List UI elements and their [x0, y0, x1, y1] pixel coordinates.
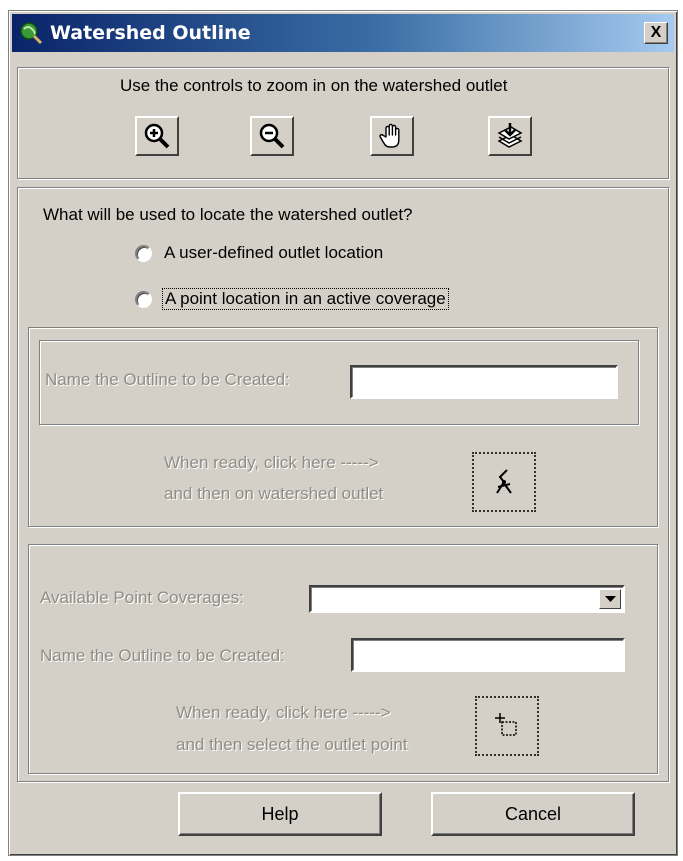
pick-outlet-button[interactable] — [472, 452, 536, 512]
user-defined-name-input[interactable] — [350, 365, 618, 399]
select-point-button[interactable] — [475, 696, 539, 756]
zoom-in-icon — [144, 123, 170, 149]
full-extent-icon — [497, 123, 523, 148]
coverage-name-label: Name the Outline to be Created: — [40, 646, 285, 665]
title-bar[interactable]: Watershed Outline X — [12, 14, 674, 52]
cancel-button[interactable]: Cancel — [431, 792, 635, 836]
globe-magnifier-icon — [20, 22, 43, 45]
close-icon: X — [650, 24, 662, 41]
window-title: Watershed Outline — [50, 22, 251, 44]
coverage-name-input[interactable] — [351, 638, 625, 672]
user-defined-ready-line1: When ready, click here -----> — [164, 453, 379, 472]
chevron-down-icon — [604, 595, 616, 602]
zoom-instruction: Use the controls to zoom in on the water… — [120, 76, 508, 95]
zoom-panel: Use the controls to zoom in on the water… — [17, 67, 669, 179]
zoom-out-icon — [259, 123, 285, 149]
help-button[interactable]: Help — [178, 792, 382, 836]
coverage-label: Available Point Coverages: — [40, 588, 244, 607]
user-defined-outlet-panel: Name the Outline to be Created: When rea… — [28, 327, 658, 527]
pan-hand-icon — [379, 123, 400, 148]
full-extent-button[interactable] — [488, 116, 532, 156]
dropdown-arrow-button[interactable] — [599, 589, 621, 609]
user-defined-ready-line2: and then on watershed outlet — [164, 484, 384, 503]
select-point-icon — [495, 713, 517, 736]
cancel-button-label: Cancel — [504, 803, 562, 824]
radio-user-defined[interactable] — [135, 245, 152, 262]
radio-user-defined-label[interactable]: A user-defined outlet location — [164, 243, 383, 263]
close-button[interactable]: X — [644, 22, 668, 44]
locate-outlet-panel: What will be used to locate the watershe… — [17, 187, 669, 782]
coverage-ready-line1: When ready, click here -----> — [176, 703, 391, 722]
zoom-out-button[interactable] — [250, 116, 294, 156]
radio-active-coverage[interactable] — [135, 291, 152, 308]
coverage-outlet-panel: Available Point Coverages: Name the Outl… — [28, 544, 658, 774]
pan-button[interactable] — [370, 116, 414, 156]
user-defined-name-label: Name the Outline to be Created: — [45, 370, 290, 389]
help-button-label: Help — [261, 803, 299, 824]
watershed-outline-dialog: Watershed Outline X Use the controls to … — [8, 10, 678, 856]
zoom-in-button[interactable] — [135, 116, 179, 156]
coverage-ready-line2: and then select the outlet point — [176, 735, 408, 754]
radio-active-coverage-label[interactable]: A point location in an active coverage — [162, 288, 449, 310]
pick-outlet-icon — [496, 469, 512, 494]
user-defined-name-box: Name the Outline to be Created: — [39, 340, 639, 425]
coverage-dropdown[interactable] — [309, 585, 625, 613]
locate-question: What will be used to locate the watershe… — [43, 205, 413, 224]
